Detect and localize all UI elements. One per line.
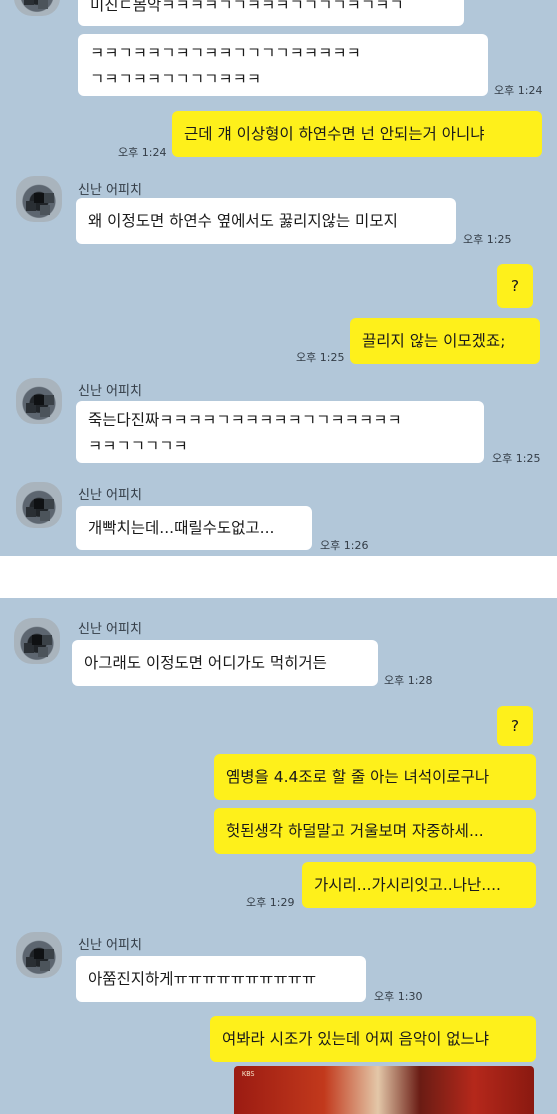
message-text: 끌리지 않는 이모겠죠; <box>362 332 506 350</box>
photo-caption: KBS <box>242 1070 255 1078</box>
message-text: 헛된생각 하덜말고 거울보며 자중하세... <box>226 822 484 840</box>
message-text: 개빡치는데...때릴수도없고... <box>88 519 275 537</box>
message-text: 여봐라 시조가 있는데 어찌 음악이 없느냐 <box>222 1030 490 1048</box>
chat-bubble-in: 미친ㄷ몸악ㅋㅋㅋㅋㄱㄱㅋㅋㅋㄱㄱㄱㄱㅋㄱㅋㄱ <box>78 0 464 26</box>
chat-panel-bottom: 신난 어피치 아그래도 이정도면 어디가도 먹히거든 오후 1:28 ? 옘병을… <box>0 598 557 1114</box>
message-text: 왜 이정도면 하연수 옆에서도 꿇리지않는 미모지 <box>88 212 398 230</box>
chat-bubble-out: 근데 걔 이상형이 하연수면 넌 안되는거 아니냐 <box>172 111 542 157</box>
avatar-partial-top[interactable] <box>14 0 60 16</box>
message-time: 오후 1:24 <box>118 146 167 159</box>
avatar[interactable] <box>16 932 62 978</box>
sender-name: 신난 어피치 <box>78 183 142 198</box>
message-time: 오후 1:30 <box>374 990 423 1003</box>
message-text: 옘병을 4.4조로 할 줄 아는 녀석이로구나 <box>226 768 490 786</box>
chat-bubble-out: 가시리...가시리잇고..나난.... <box>302 862 536 908</box>
message-time: 오후 1:25 <box>296 351 345 364</box>
chat-bubble-out: ? <box>497 706 533 746</box>
chat-bubble-out: ? <box>497 264 533 308</box>
message-time: 오후 1:25 <box>492 452 541 465</box>
message-text: 가시리...가시리잇고..나난.... <box>314 876 501 894</box>
sender-name: 신난 어피치 <box>78 622 142 637</box>
chat-panel-top: 미친ㄷ몸악ㅋㅋㅋㅋㄱㄱㅋㅋㅋㄱㄱㄱㄱㅋㄱㅋㄱ ㅋㅋㄱㅋㅋㄱㅋㄱㅋㅋㄱㄱㄱㄱㅋㅋㅋ… <box>0 0 557 556</box>
avatar[interactable] <box>14 618 60 664</box>
message-time: 오후 1:29 <box>246 896 295 909</box>
avatar[interactable] <box>16 378 62 424</box>
message-text: 아그래도 이정도면 어디가도 먹히거든 <box>84 654 327 672</box>
message-text: 미친ㄷ몸악ㅋㅋㅋㅋㄱㄱㅋㅋㅋㄱㄱㄱㄱㅋㄱㅋㄱ <box>90 0 404 14</box>
chat-bubble-in: 죽는다진짜ㅋㅋㅋㅋㄱㅋㅋㅋㅋㅋㄱㄱㅋㅋㅋㅋㅋ ㅋㅋㄱㄱㄱㄱㅋ <box>76 401 484 463</box>
avatar[interactable] <box>16 482 62 528</box>
message-text: ㄱㅋㄱㅋㅋㄱㄱㄱㄱㅋㅋㅋ <box>90 70 262 88</box>
chat-bubble-in: ㅋㅋㄱㅋㅋㄱㅋㄱㅋㅋㄱㄱㄱㄱㅋㅋㅋㅋㅋ ㄱㅋㄱㅋㅋㄱㄱㄱㄱㅋㅋㅋ <box>78 34 488 96</box>
message-time: 오후 1:28 <box>384 674 433 687</box>
chat-bubble-in: 아그래도 이정도면 어디가도 먹히거든 <box>72 640 378 686</box>
avatar[interactable] <box>16 176 62 222</box>
chat-bubble-in: 왜 이정도면 하연수 옆에서도 꿇리지않는 미모지 <box>76 198 456 244</box>
message-text: ? <box>510 717 520 735</box>
sender-name: 신난 어피치 <box>78 384 142 399</box>
message-text: 죽는다진짜ㅋㅋㅋㅋㄱㅋㅋㅋㅋㅋㄱㄱㅋㅋㅋㅋㅋ <box>88 411 402 429</box>
sender-name: 신난 어피치 <box>78 488 142 503</box>
chat-bubble-out: 헛된생각 하덜말고 거울보며 자중하세... <box>214 808 536 854</box>
message-text: ? <box>510 277 520 295</box>
message-time: 오후 1:24 <box>494 84 543 97</box>
chat-bubble-in: 아쭘진지하게ㅠㅠㅠㅠㅠㅠㅠㅠㅠㅠ <box>76 956 366 1002</box>
message-text: 아쭘진지하게ㅠㅠㅠㅠㅠㅠㅠㅠㅠㅠ <box>88 970 317 988</box>
message-text: 근데 걔 이상형이 하연수면 넌 안되는거 아니냐 <box>184 125 485 143</box>
chat-bubble-in: 개빡치는데...때릴수도없고... <box>76 506 312 550</box>
message-text: ㅋㅋㄱㄱㄱㄱㅋ <box>88 437 188 455</box>
chat-bubble-out: 여봐라 시조가 있는데 어찌 음악이 없느냐 <box>210 1016 536 1062</box>
photo-attachment[interactable]: KBS <box>234 1066 534 1114</box>
message-time: 오후 1:26 <box>320 539 369 552</box>
chat-bubble-out: 끌리지 않는 이모겠죠; <box>350 318 540 364</box>
message-time: 오후 1:25 <box>463 233 512 246</box>
chat-bubble-out: 옘병을 4.4조로 할 줄 아는 녀석이로구나 <box>214 754 536 800</box>
message-text: ㅋㅋㄱㅋㅋㄱㅋㄱㅋㅋㄱㄱㄱㄱㅋㅋㅋㅋㅋ <box>90 44 361 62</box>
sender-name: 신난 어피치 <box>78 938 142 953</box>
